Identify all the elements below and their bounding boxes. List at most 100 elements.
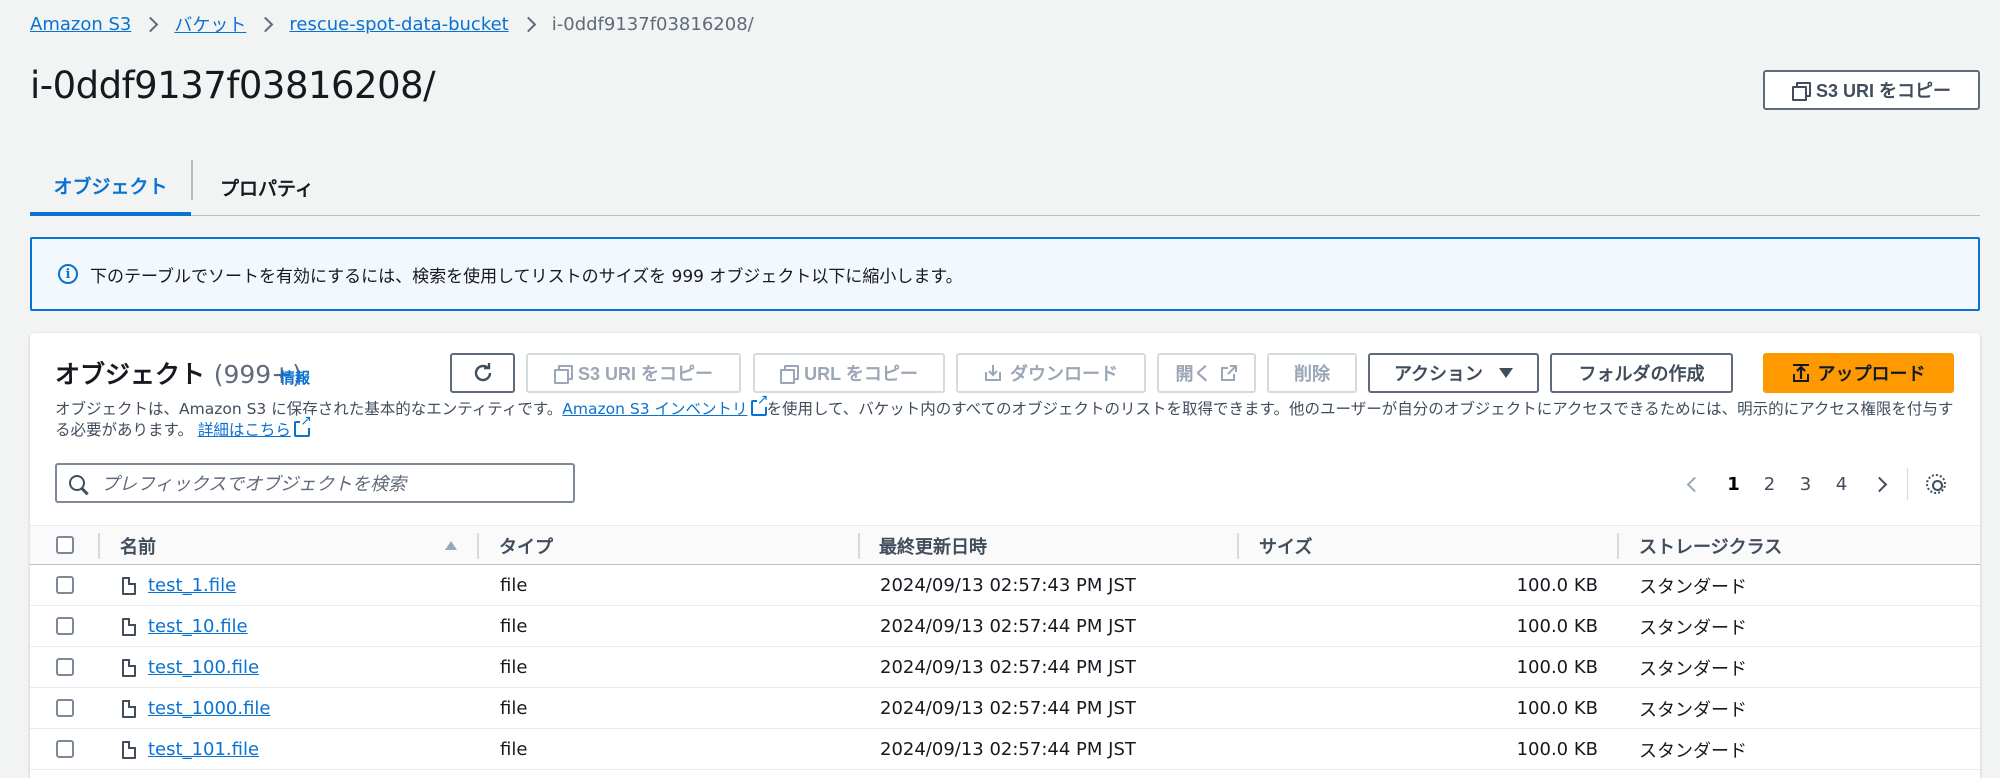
object-modified: 2024/09/13 02:57:44 PM JST xyxy=(880,657,1136,678)
column-storage-class[interactable]: ストレージクラス xyxy=(1639,526,1782,566)
table-row: test_101.file file 2024/09/13 02:57:44 P… xyxy=(30,729,1980,770)
object-name-link[interactable]: test_100.file xyxy=(148,657,259,678)
breadcrumb-amazon-s3[interactable]: Amazon S3 xyxy=(30,14,131,35)
upload-icon xyxy=(1792,364,1809,382)
copy-icon xyxy=(553,365,573,384)
object-type: file xyxy=(500,657,528,678)
object-type: file xyxy=(500,575,528,596)
object-type: file xyxy=(500,616,528,637)
object-storage-class: スタンダード xyxy=(1639,699,1747,721)
object-modified: 2024/09/13 02:57:44 PM JST xyxy=(880,616,1136,637)
external-link-icon xyxy=(750,393,769,416)
row-checkbox[interactable] xyxy=(56,658,74,676)
column-divider xyxy=(477,533,479,559)
row-checkbox[interactable] xyxy=(56,576,74,594)
page-4[interactable]: 4 xyxy=(1824,474,1860,495)
object-storage-class: スタンダード xyxy=(1639,740,1747,762)
column-type[interactable]: タイプ xyxy=(499,526,553,566)
tab-objects[interactable]: オブジェクト xyxy=(30,158,191,216)
file-icon xyxy=(122,740,136,759)
download-label: ダウンロード xyxy=(1010,364,1118,384)
copy-s3-uri-label: S3 URI をコピー xyxy=(577,364,714,384)
column-divider xyxy=(98,533,100,559)
object-type: file xyxy=(500,739,528,760)
sort-ascending-icon[interactable] xyxy=(445,541,457,550)
table-row: test_100.file file 2024/09/13 02:57:44 P… xyxy=(30,647,1980,688)
tab-divider xyxy=(191,160,193,200)
select-all-checkbox[interactable] xyxy=(56,536,74,554)
copy-s3-uri-button[interactable]: S3 URI をコピー xyxy=(526,353,741,393)
object-name-link[interactable]: test_101.file xyxy=(148,739,259,760)
tab-properties[interactable]: プロパティ xyxy=(220,158,314,216)
copy-icon xyxy=(1791,82,1811,101)
row-checkbox[interactable] xyxy=(56,617,74,635)
file-icon xyxy=(122,576,136,595)
column-name[interactable]: 名前 xyxy=(120,526,156,566)
object-name-link[interactable]: test_1000.file xyxy=(148,698,271,719)
create-folder-button[interactable]: フォルダの作成 xyxy=(1550,353,1733,393)
search-placeholder: プレフィックスでオブジェクトを検索 xyxy=(101,474,407,495)
column-divider xyxy=(1617,533,1619,559)
file-icon xyxy=(122,699,136,718)
tab-list: オブジェクト プロパティ xyxy=(30,158,1980,216)
inventory-link[interactable]: Amazon S3 インベントリ xyxy=(562,400,747,418)
refresh-button[interactable] xyxy=(450,353,515,393)
object-size: 100.0 KB xyxy=(1516,739,1598,760)
page-title: i-0ddf9137f03816208/ xyxy=(30,64,436,107)
copy-url-label: URL をコピー xyxy=(804,364,918,384)
object-modified: 2024/09/13 02:57:43 PM JST xyxy=(880,575,1136,596)
row-checkbox[interactable] xyxy=(56,740,74,758)
object-name-link[interactable]: test_1.file xyxy=(148,575,236,596)
pagination-divider xyxy=(1906,468,1908,500)
copy-icon xyxy=(780,365,800,384)
table-row: test_1.file file 2024/09/13 02:57:43 PM … xyxy=(30,565,1980,606)
open-label: 開く xyxy=(1175,364,1212,384)
open-button[interactable]: 開く xyxy=(1157,353,1256,393)
object-storage-class: スタンダード xyxy=(1639,617,1747,639)
object-size: 100.0 KB xyxy=(1516,657,1598,678)
copy-url-button[interactable]: URL をコピー xyxy=(753,353,945,393)
download-button[interactable]: ダウンロード xyxy=(956,353,1146,393)
page-2[interactable]: 2 xyxy=(1752,474,1788,495)
breadcrumb-buckets[interactable]: バケット xyxy=(174,11,246,37)
actions-dropdown[interactable]: アクション xyxy=(1368,353,1539,393)
object-size: 100.0 KB xyxy=(1516,698,1598,719)
external-link-icon xyxy=(1220,365,1237,381)
download-icon xyxy=(985,365,1001,381)
gear-icon[interactable] xyxy=(1926,474,1946,494)
pagination: 1 2 3 4 xyxy=(1686,468,1946,500)
actions-label: アクション xyxy=(1393,364,1484,384)
delete-label: 削除 xyxy=(1294,364,1330,384)
chevron-right-icon xyxy=(143,16,159,32)
column-size[interactable]: サイズ xyxy=(1259,526,1312,566)
page-1[interactable]: 1 xyxy=(1716,474,1752,495)
delete-button[interactable]: 削除 xyxy=(1267,353,1357,393)
object-modified: 2024/09/13 02:57:44 PM JST xyxy=(880,698,1136,719)
chevron-right-icon[interactable] xyxy=(1871,476,1887,492)
objects-panel: オブジェクト (999+) 情報 S3 URI をコピー URL をコピー ダウ… xyxy=(30,333,1980,778)
copy-s3-uri-header-button[interactable]: S3 URI をコピー xyxy=(1763,70,1980,110)
object-size: 100.0 KB xyxy=(1516,616,1598,637)
info-icon: i xyxy=(58,264,78,284)
info-link[interactable]: 情報 xyxy=(280,367,310,388)
file-icon xyxy=(122,658,136,677)
search-icon xyxy=(69,475,85,491)
row-checkbox[interactable] xyxy=(56,699,74,717)
object-modified: 2024/09/13 02:57:44 PM JST xyxy=(880,739,1136,760)
objects-description: オブジェクトは、Amazon S3 に保存された基本的なエンティティです。Ama… xyxy=(55,393,1955,441)
table-row: test_1000.file file 2024/09/13 02:57:44 … xyxy=(30,688,1980,729)
breadcrumb-current: i-0ddf9137f03816208/ xyxy=(551,13,754,35)
learn-more-link[interactable]: 詳細はこちら xyxy=(198,421,291,439)
search-input[interactable]: プレフィックスでオブジェクトを検索 xyxy=(55,463,575,503)
upload-button[interactable]: アップロード xyxy=(1763,353,1954,393)
create-folder-label: フォルダの作成 xyxy=(1578,364,1705,384)
object-name-link[interactable]: test_10.file xyxy=(148,616,248,637)
breadcrumb-bucket[interactable]: rescue-spot-data-bucket xyxy=(289,14,508,35)
column-divider xyxy=(858,533,860,559)
chevron-left-icon[interactable] xyxy=(1686,476,1702,492)
external-link-icon xyxy=(293,414,312,437)
column-last-modified[interactable]: 最終更新日時 xyxy=(879,526,987,566)
table-row: test_10.file file 2024/09/13 02:57:44 PM… xyxy=(30,606,1980,647)
alert-text: 下のテーブルでソートを有効にするには、検索を使用してリストのサイズを 999 オ… xyxy=(90,266,963,287)
page-3[interactable]: 3 xyxy=(1788,474,1824,495)
